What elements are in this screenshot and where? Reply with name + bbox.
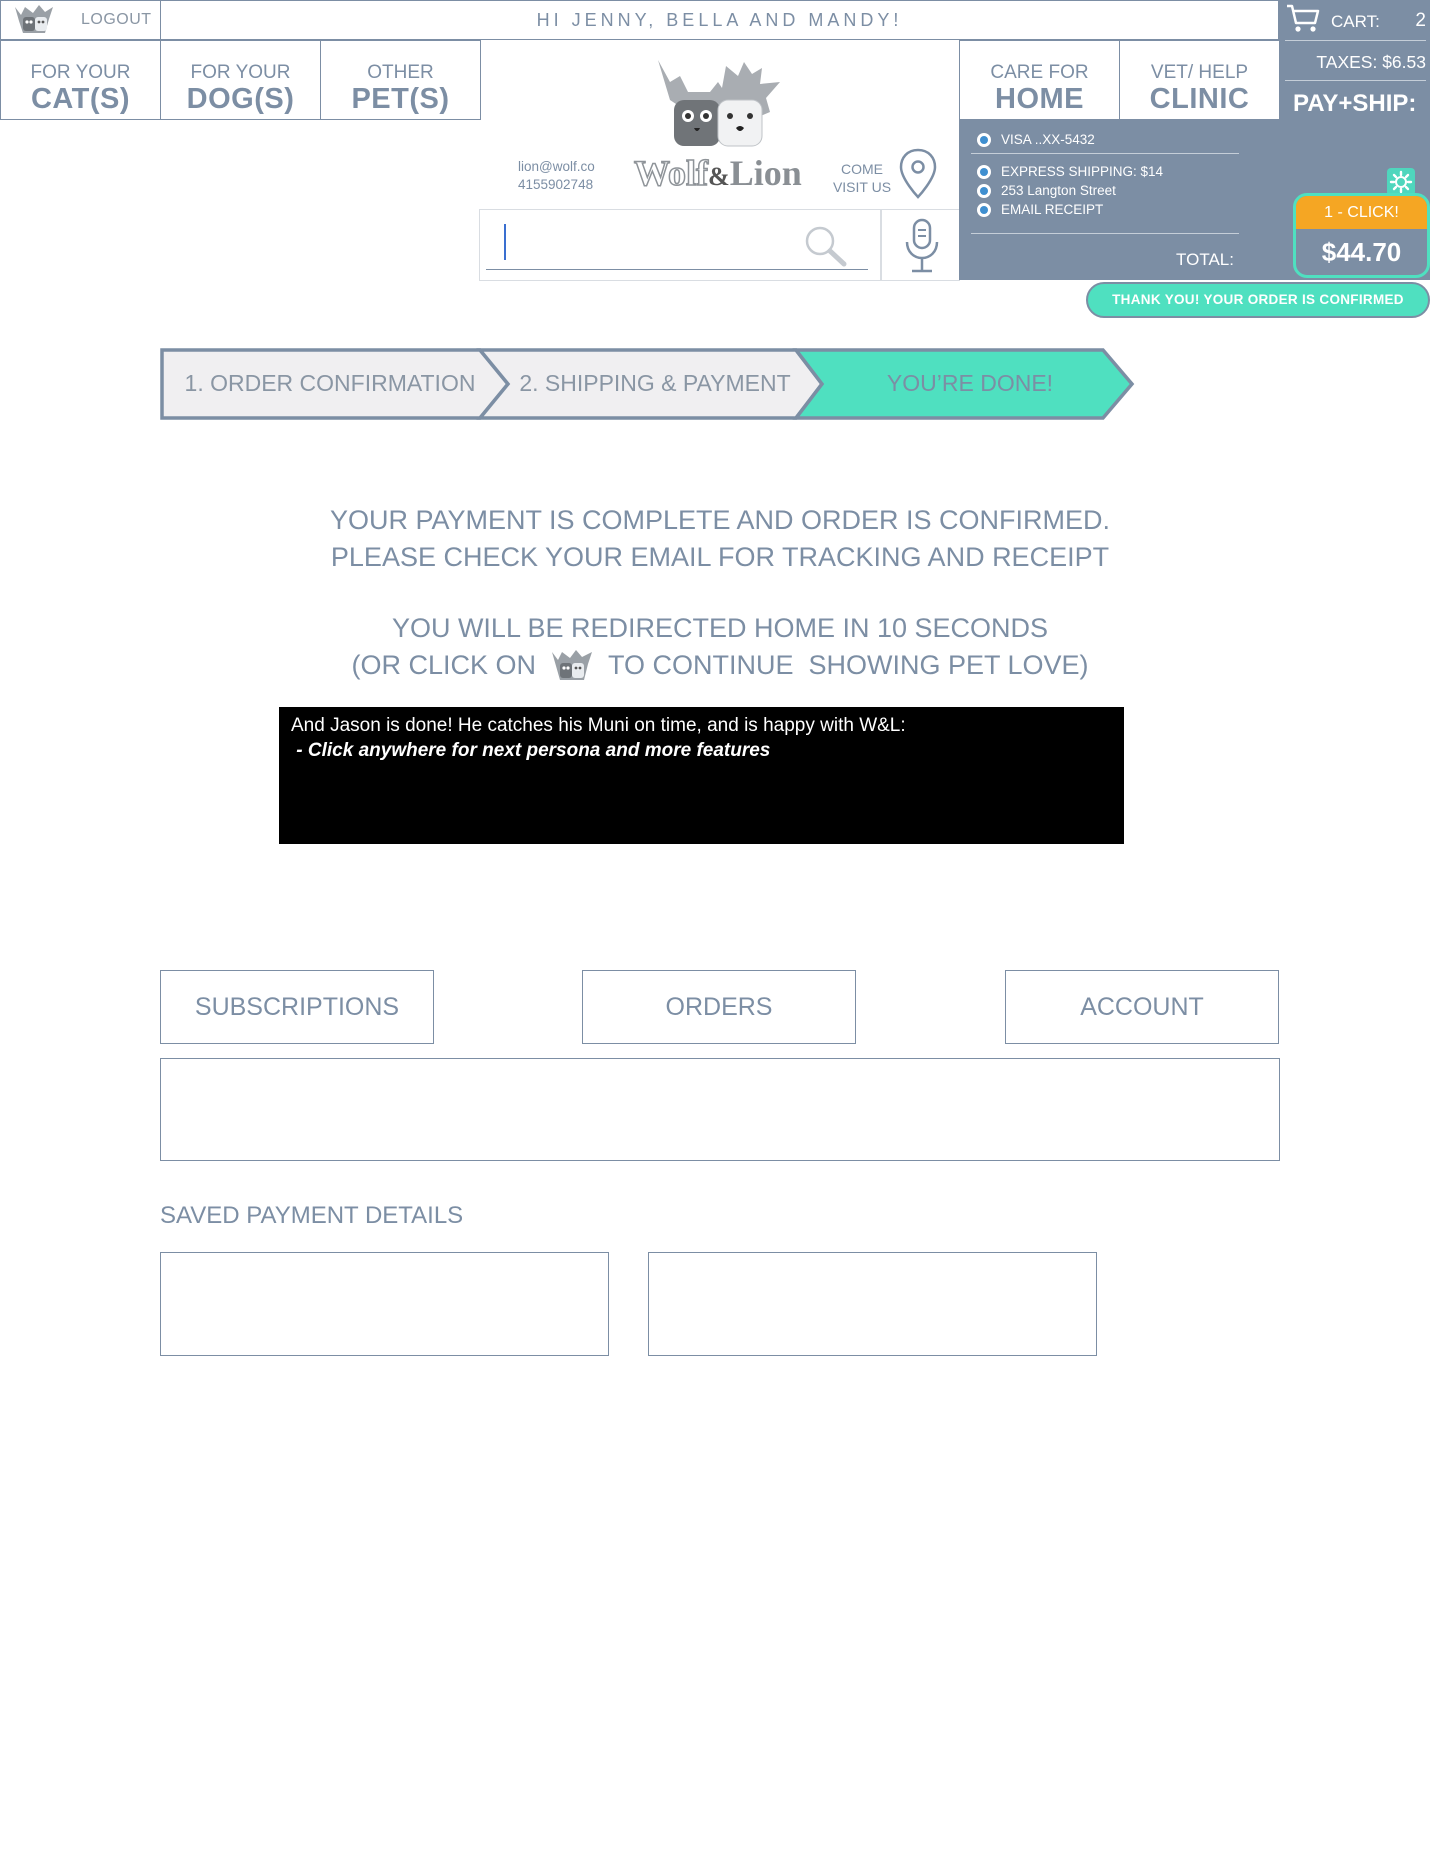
nav-other-sub: OTHER: [367, 62, 434, 83]
message-line1: YOUR PAYMENT IS COMPLETE AND ORDER IS CO…: [329, 505, 1111, 535]
receipt-option[interactable]: EMAIL RECEIPT: [977, 202, 1103, 217]
address-text: 253 Langton Street: [1001, 183, 1116, 198]
microphone-icon[interactable]: [902, 218, 942, 274]
nav-other-title: PET(S): [351, 83, 450, 115]
account-content-panel: [160, 1058, 1280, 1161]
greeting-bar: HI JENNY, BELLA AND MANDY!: [160, 0, 1279, 40]
settings-gear-icon[interactable]: [1387, 168, 1415, 196]
account-button[interactable]: ACCOUNT: [1005, 970, 1279, 1044]
nav-clinic-title: CLINIC: [1149, 83, 1250, 115]
visit-line2: VISIT US: [832, 179, 892, 195]
shipping-option[interactable]: EXPRESS SHIPPING: $14: [977, 164, 1163, 179]
location-pin-icon: [899, 148, 937, 199]
one-click-button[interactable]: 1 - CLICK!: [1296, 196, 1427, 229]
shipping-text: EXPRESS SHIPPING: $14: [1001, 164, 1164, 179]
narration-line2: - Click anywhere for next persona and mo…: [291, 740, 771, 761]
logo-wordmark: Wolf&Lion: [633, 152, 802, 194]
nav-home-title: HOME: [995, 83, 1084, 115]
nav-dogs-sub: FOR YOUR: [190, 62, 291, 83]
search-bar: [479, 209, 960, 281]
nav-cats-title: CAT(S): [30, 83, 131, 115]
nav-clinic-sub: VET/ HELP: [1150, 62, 1249, 83]
summary-divider-2: [971, 233, 1239, 234]
cart-count: 2: [1415, 10, 1426, 31]
cart-divider: [1285, 40, 1426, 41]
contact-info: lion@wolf.co 4155902748: [518, 158, 595, 194]
search-input-wrap[interactable]: [486, 216, 868, 270]
visit-line1: COME: [841, 161, 883, 177]
one-click-widget[interactable]: 1 - CLICK! $44.70: [1293, 193, 1430, 278]
address-option[interactable]: 253 Langton Street: [977, 183, 1116, 198]
card-option[interactable]: VISA ..XX-5432: [977, 132, 1095, 147]
step-done[interactable]: YOU’RE DONE!: [820, 348, 1120, 418]
orders-button[interactable]: ORDERS: [582, 970, 856, 1044]
total-value: $44.70: [1321, 237, 1402, 267]
wolf-lion-logo-icon: [658, 60, 780, 147]
message-line3: YOU WILL BE REDIRECTED HOME IN 10 SECOND…: [391, 613, 1049, 643]
receipt-text: EMAIL RECEIPT: [1001, 202, 1104, 217]
search-input[interactable]: [504, 224, 810, 260]
address-radio[interactable]: [977, 183, 991, 198]
total-label: TOTAL:: [1176, 250, 1234, 269]
step-order-confirmation[interactable]: 1. ORDER CONFIRMATION: [170, 348, 490, 418]
nav-home[interactable]: CARE FOR HOME: [959, 40, 1120, 120]
subscriptions-button[interactable]: SUBSCRIPTIONS: [160, 970, 434, 1044]
nav-cats-sub: FOR YOUR: [30, 62, 131, 83]
saved-payment-card-2[interactable]: [648, 1252, 1097, 1356]
visit-us[interactable]: COME VISIT US: [832, 148, 952, 202]
message-line4-after: TO CONTINUE SHOWING PET LOVE): [607, 650, 1089, 680]
receipt-radio[interactable]: [977, 202, 991, 217]
contact-phone[interactable]: 4155902748: [518, 176, 595, 194]
step-shipping-payment[interactable]: 2. SHIPPING & PAYMENT: [500, 348, 810, 418]
pay-ship-label: PAY+SHIP:: [1293, 90, 1417, 117]
nav-home-sub: CARE FOR: [990, 62, 1089, 83]
message-line2: PLEASE CHECK YOUR EMAIL FOR TRACKING AND…: [330, 542, 1110, 572]
card-radio[interactable]: [977, 132, 991, 147]
mini-logo-icon[interactable]: [11, 3, 57, 37]
message-line4: (OR CLICK ON TO CONTINUE SHOWING PET LOV…: [160, 647, 1280, 684]
brand-logo[interactable]: Wolf&Lion: [630, 52, 805, 194]
shipping-radio[interactable]: [977, 164, 991, 179]
logout-link[interactable]: LOGOUT: [81, 11, 152, 29]
nav-dogs[interactable]: FOR YOUR DOG(S): [160, 40, 321, 120]
contact-email[interactable]: lion@wolf.co: [518, 158, 595, 176]
home-logo-icon[interactable]: [548, 648, 596, 684]
payment-summary: VISA ..XX-5432 EXPRESS SHIPPING: $14 253…: [959, 120, 1280, 280]
nav-other-pets[interactable]: OTHER PET(S): [320, 40, 481, 120]
nav-dogs-title: DOG(S): [186, 83, 295, 115]
narration-overlay[interactable]: And Jason is done! He catches his Muni o…: [279, 707, 1124, 844]
message-line4-before: (OR CLICK ON: [351, 650, 536, 680]
saved-payment-card-1[interactable]: [160, 1252, 609, 1356]
search-icon[interactable]: [802, 224, 850, 268]
logout-box[interactable]: LOGOUT: [0, 0, 161, 40]
confirmation-message: YOUR PAYMENT IS COMPLETE AND ORDER IS CO…: [160, 502, 1280, 684]
saved-payment-title: SAVED PAYMENT DETAILS: [160, 1202, 464, 1229]
nav-clinic[interactable]: VET/ HELP CLINIC: [1119, 40, 1280, 120]
cart-icon[interactable]: [1285, 2, 1321, 34]
mic-divider: [880, 210, 882, 280]
card-text: VISA ..XX-5432: [1001, 132, 1095, 147]
order-confirmed-text: THANK YOU! YOUR ORDER IS CONFIRMED: [1112, 292, 1404, 307]
nav-cats[interactable]: FOR YOUR CAT(S): [0, 40, 161, 120]
order-confirmed-pill: THANK YOU! YOUR ORDER IS CONFIRMED: [1086, 282, 1430, 318]
taxes-text: TAXES: $6.53: [1316, 52, 1426, 72]
narration-line1: And Jason is done! He catches his Muni o…: [291, 715, 906, 736]
cart-label: CART:: [1331, 12, 1380, 31]
cart-divider-2: [1285, 80, 1426, 81]
summary-divider: [971, 153, 1239, 154]
checkout-steps: 1. ORDER CONFIRMATION 2. SHIPPING & PAYM…: [160, 348, 1136, 420]
greeting-text: HI JENNY, BELLA AND MANDY!: [536, 10, 903, 30]
